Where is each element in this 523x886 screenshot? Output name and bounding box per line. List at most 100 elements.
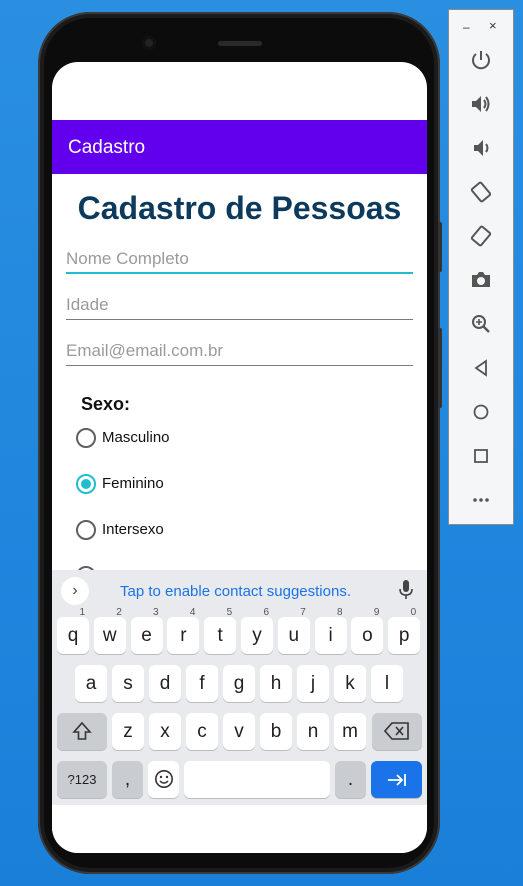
key-b[interactable]: b (260, 713, 292, 750)
email-underline (66, 365, 413, 366)
key-j[interactable]: j (297, 665, 329, 702)
key-k[interactable]: k (334, 665, 366, 702)
next-key[interactable] (371, 761, 422, 798)
radio-feminino[interactable]: Feminino (74, 470, 274, 498)
phone-side-button (438, 328, 442, 408)
rotate-left-icon[interactable] (469, 180, 493, 204)
key-w[interactable]: w2 (93, 607, 126, 654)
key-letter: w (102, 625, 117, 646)
key-y[interactable]: y6 (241, 607, 273, 654)
key-n[interactable]: n (297, 713, 329, 750)
email-input[interactable] (66, 338, 413, 364)
key-letter: u (288, 625, 300, 646)
name-input[interactable] (66, 246, 413, 272)
age-underline (66, 319, 413, 320)
chevron-right-icon[interactable]: › (61, 577, 89, 605)
volume-down-icon[interactable] (469, 136, 493, 160)
suggestion-bar: › Tap to enable contact suggestions. (52, 570, 427, 610)
emulator-toolbar: – × (448, 9, 514, 525)
space-key[interactable] (184, 761, 330, 798)
key-number-hint: 5 (226, 607, 233, 618)
shift-key[interactable] (57, 713, 107, 750)
key-g[interactable]: g (223, 665, 255, 702)
key-d[interactable]: d (149, 665, 181, 702)
more-icon[interactable] (469, 488, 493, 512)
key-letter: e (141, 625, 152, 646)
radio-intersexo[interactable]: Intersexo (74, 516, 274, 544)
key-letter: y (252, 625, 262, 646)
radio-masculino[interactable]: Masculino (74, 424, 274, 452)
key-letter: q (67, 625, 79, 646)
backspace-icon (383, 722, 409, 740)
radio-circle-checked[interactable] (76, 474, 96, 494)
emoji-key[interactable] (148, 761, 179, 798)
key-s[interactable]: s (112, 665, 144, 702)
volume-up-icon[interactable] (469, 92, 493, 116)
soft-keyboard: › Tap to enable contact suggestions. q1w… (52, 570, 427, 805)
key-r[interactable]: r4 (167, 607, 200, 654)
camera-icon[interactable] (469, 268, 493, 292)
symbols-key[interactable]: ?123 (57, 761, 107, 798)
overview-icon[interactable] (469, 444, 493, 468)
keyboard-row-1: q1w2e3r4t5y6u7i8o9p0 (52, 607, 427, 657)
key-number-hint: 9 (373, 607, 380, 618)
shift-icon (72, 721, 92, 740)
front-camera (142, 36, 156, 50)
microphone-icon[interactable] (398, 579, 414, 601)
key-i[interactable]: i8 (314, 607, 347, 654)
navigation-area (52, 805, 427, 853)
age-field[interactable] (66, 292, 413, 320)
keyboard-row-4: ?123 , . (52, 761, 427, 801)
key-o[interactable]: o9 (351, 607, 384, 654)
power-icon[interactable] (469, 48, 493, 72)
key-c[interactable]: c (186, 713, 218, 750)
key-e[interactable]: e3 (130, 607, 163, 654)
radio-circle[interactable] (76, 428, 96, 448)
key-p[interactable]: p0 (388, 607, 421, 654)
key-letter: t (217, 625, 223, 646)
name-underline (66, 272, 413, 274)
zoom-icon[interactable] (469, 312, 493, 336)
key-letter: p (398, 625, 410, 646)
name-field[interactable] (66, 246, 413, 274)
key-l[interactable]: l (371, 665, 403, 702)
rotate-right-icon[interactable] (469, 224, 493, 248)
key-z[interactable]: z (112, 713, 144, 750)
key-a[interactable]: a (75, 665, 107, 702)
period-key[interactable]: . (335, 761, 366, 798)
back-icon[interactable] (469, 356, 493, 380)
key-number-hint: 2 (116, 607, 122, 618)
key-f[interactable]: f (186, 665, 218, 702)
keyboard-row-2: asdfghjkl (52, 665, 427, 705)
app-bar-title: Cadastro (68, 137, 146, 158)
radio-label: Intersexo (102, 521, 164, 538)
key-number-hint: 1 (79, 607, 85, 618)
backspace-key[interactable] (372, 713, 422, 750)
key-number-hint: 3 (153, 607, 159, 618)
age-input[interactable] (66, 292, 413, 318)
key-t[interactable]: t5 (204, 607, 237, 654)
suggestion-text[interactable]: Tap to enable contact suggestions. (120, 583, 351, 600)
minimize-button[interactable]: – (463, 20, 470, 34)
key-v[interactable]: v (223, 713, 255, 750)
sex-label: Sexo: (81, 394, 131, 414)
close-button[interactable]: × (489, 18, 497, 33)
keyboard-row-3: zxcvbnm (52, 713, 427, 753)
key-h[interactable]: h (260, 665, 292, 702)
key-x[interactable]: x (149, 713, 181, 750)
key-number-hint: 0 (410, 607, 417, 618)
radio-circle[interactable] (76, 520, 96, 540)
email-field[interactable] (66, 338, 413, 366)
key-u[interactable]: u7 (277, 607, 310, 654)
key-m[interactable]: m (334, 713, 366, 750)
key-number-hint: 7 (300, 607, 306, 618)
radio-label: Feminino (102, 475, 164, 492)
radio-label: Masculino (102, 429, 170, 446)
key-q[interactable]: q1 (57, 607, 89, 654)
phone-side-button (438, 222, 442, 272)
home-icon[interactable] (469, 400, 493, 424)
comma-key[interactable]: , (112, 761, 143, 798)
key-number-hint: 6 (263, 607, 269, 618)
earpiece-speaker (218, 41, 262, 46)
key-letter: o (362, 625, 373, 646)
